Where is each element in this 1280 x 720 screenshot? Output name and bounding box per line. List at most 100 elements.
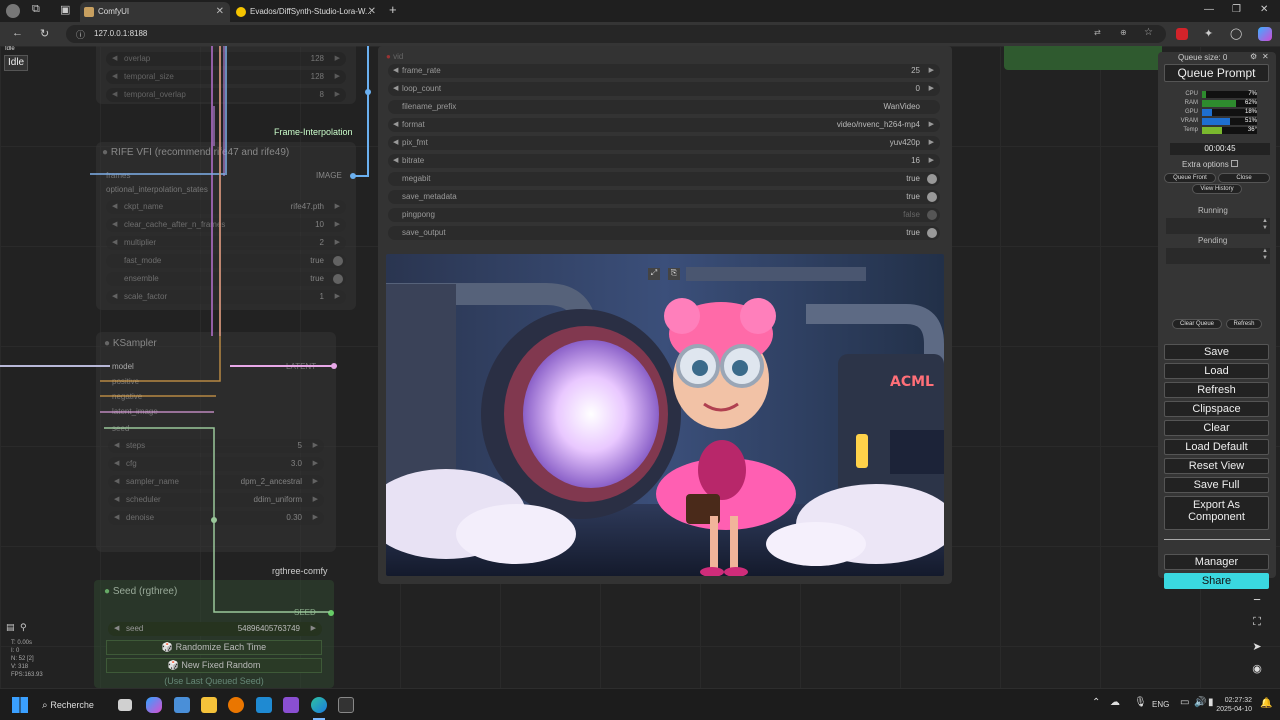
decrement-arrow-icon[interactable]: ◀ [393,156,398,164]
tab-evados[interactable]: Evados/DiffSynth-Studio-Lora-W... ✕ [232,2,382,22]
clear-button[interactable]: Clear [1164,420,1269,436]
filename-prefix-widget[interactable]: filename_prefix WanVideo [388,100,940,114]
increment-arrow-icon[interactable]: ▶ [929,66,934,74]
extensions-icon[interactable]: ✦ [1204,27,1213,40]
bitrate-widget[interactable]: ◀ bitrate 16 ▶ [388,154,940,168]
decrement-arrow-icon[interactable]: ◀ [393,84,398,92]
clipspace-button[interactable]: Clipspace [1164,401,1269,417]
language-indicator[interactable]: ENG [1152,700,1169,709]
queue-prompt-button[interactable]: Queue Prompt [1164,64,1269,82]
edge-icon[interactable] [311,697,327,713]
scroll-arrows-icon[interactable]: ▲ ▼ [1262,248,1268,262]
profile-icon[interactable]: ◯ [1230,27,1242,40]
save-button[interactable]: Save [1164,344,1269,360]
decrement-arrow-icon[interactable]: ◀ [393,66,398,74]
save-output-widget[interactable]: save_output true [388,226,940,240]
toggle-knob[interactable] [927,210,937,220]
load-default-button[interactable]: Load Default [1164,439,1269,455]
toggle-knob[interactable] [927,174,937,184]
toggle-knob[interactable] [927,228,937,238]
reload-icon[interactable]: ↻ [40,27,49,40]
megabit-widget[interactable]: megabit true [388,172,940,186]
notifications-icon[interactable]: 🔔 [1260,698,1272,709]
tab-actions-icon[interactable]: ▣ [60,3,70,16]
visual-studio-icon[interactable] [283,697,299,713]
install-app-icon[interactable]: ⊕ [1120,28,1127,37]
frame-rate-widget[interactable]: ◀ frame_rate 25 ▶ [388,64,940,78]
refresh-button[interactable]: Refresh [1164,382,1269,398]
clock[interactable]: 02:27:32 2025-04-10 [1212,696,1252,714]
photos-icon[interactable] [174,697,190,713]
pix-fmt-widget[interactable]: ◀ pix_fmt yuv420p ▶ [388,136,940,150]
canvas-menu-icon[interactable]: ▤ [6,622,15,633]
volume-icon[interactable]: 🔊 [1194,697,1206,708]
windows-start-icon[interactable] [12,697,28,713]
terminal-icon[interactable] [338,697,354,713]
bookmark-star-icon[interactable]: ☆ [1144,27,1153,38]
node-graph-canvas[interactable]: Idle Idle ◀ overlap 128 ▶ ◀ temporal_size 128… [0,46,1280,688]
tab-comfyui[interactable]: ComfyUI ✕ [80,2,230,22]
onedrive-icon[interactable]: ☁ [1110,697,1120,708]
loop-count-widget[interactable]: ◀ loop_count 0 ▶ [388,82,940,96]
network-icon[interactable]: ▭ [1180,697,1189,708]
close-tab-icon[interactable]: ✕ [216,6,224,17]
preview-open-icon[interactable]: ⤢ [648,268,660,280]
view-history-button[interactable]: View History [1192,184,1242,194]
minimize-icon[interactable]: — [1204,4,1214,15]
microphone-icon[interactable]: 🎙 [1134,697,1147,708]
menu-close-icon[interactable]: ✕ [1262,52,1269,61]
preview-save-icon[interactable]: ⎘ [668,268,680,280]
reset-view-button[interactable]: Reset View [1164,458,1269,474]
format-widget[interactable]: ◀ format video/nvenc_h264-mp4 ▶ [388,118,940,132]
url-input[interactable]: ⓘ 127.0.0.1:8188 ⇄ ⊕ ☆ [66,25,1166,43]
video-combine-node[interactable]: ● vid ◀ frame_rate 25 ▶ ◀ loop_count 0 ▶ filenam… [378,46,952,584]
copilot-taskbar-icon[interactable] [146,697,162,713]
video-preview[interactable]: ACML ⤢ ⎘ [386,254,944,576]
copilot-icon[interactable] [1258,27,1272,41]
taskbar-search[interactable]: ⌕ Recherche [42,694,108,716]
extra-options-label[interactable]: Extra options [1182,160,1238,169]
translate-icon[interactable]: ⇄ [1094,28,1101,37]
file-explorer-icon[interactable] [201,697,217,713]
fit-view-icon[interactable]: ⛶ [1246,616,1268,636]
refresh-queue-button[interactable]: Refresh [1226,319,1262,329]
canvas-pin-icon[interactable]: ⚲ [20,622,27,633]
new-tab-icon[interactable]: + [389,2,397,17]
pingpong-widget[interactable]: pingpong false [388,208,940,222]
increment-arrow-icon[interactable]: ▶ [929,138,934,146]
tray-overflow-icon[interactable]: ⌃ [1092,697,1100,708]
clear-queue-button[interactable]: Clear Queue [1172,319,1222,329]
manager-button[interactable]: Manager [1164,554,1269,570]
close-queue-button[interactable]: Close [1218,173,1270,183]
video-node-header[interactable]: ● vid [386,52,403,61]
increment-arrow-icon[interactable]: ▶ [929,120,934,128]
toggle-knob[interactable] [927,192,937,202]
zoom-out-icon[interactable]: − [1246,592,1268,612]
queue-front-button[interactable]: Queue Front [1164,173,1216,183]
partial-green-node[interactable] [1004,46,1162,70]
save-metadata-widget[interactable]: save_metadata true [388,190,940,204]
blender-icon[interactable] [228,697,244,713]
close-window-icon[interactable]: ✕ [1260,4,1268,15]
share-button[interactable]: Share [1164,573,1269,589]
increment-arrow-icon[interactable]: ▶ [929,84,934,92]
adblock-extension-icon[interactable] [1176,28,1188,40]
profile-avatar[interactable] [6,4,20,18]
export-as-component-button[interactable]: Export As Component [1164,496,1269,530]
toggle-visibility-icon[interactable]: ◉ [1246,662,1268,682]
menu-settings-icon[interactable]: ⚙ [1250,52,1257,61]
running-list[interactable]: ▲ ▼ [1166,218,1270,234]
back-icon[interactable]: ← [12,27,23,39]
pending-list[interactable]: ▲ ▼ [1166,248,1270,264]
load-button[interactable]: Load [1164,363,1269,379]
extra-options-checkbox[interactable] [1230,160,1238,167]
increment-arrow-icon[interactable]: ▶ [929,156,934,164]
task-view-icon[interactable] [118,699,132,711]
close-tab-icon[interactable]: ✕ [368,6,376,17]
site-info-icon[interactable]: ⓘ [76,28,85,41]
decrement-arrow-icon[interactable]: ◀ [393,120,398,128]
workspaces-icon[interactable]: ⧉ [32,3,40,16]
pointer-mode-icon[interactable]: ➤ [1246,640,1268,660]
decrement-arrow-icon[interactable]: ◀ [393,138,398,146]
save-full-button[interactable]: Save Full [1164,477,1269,493]
